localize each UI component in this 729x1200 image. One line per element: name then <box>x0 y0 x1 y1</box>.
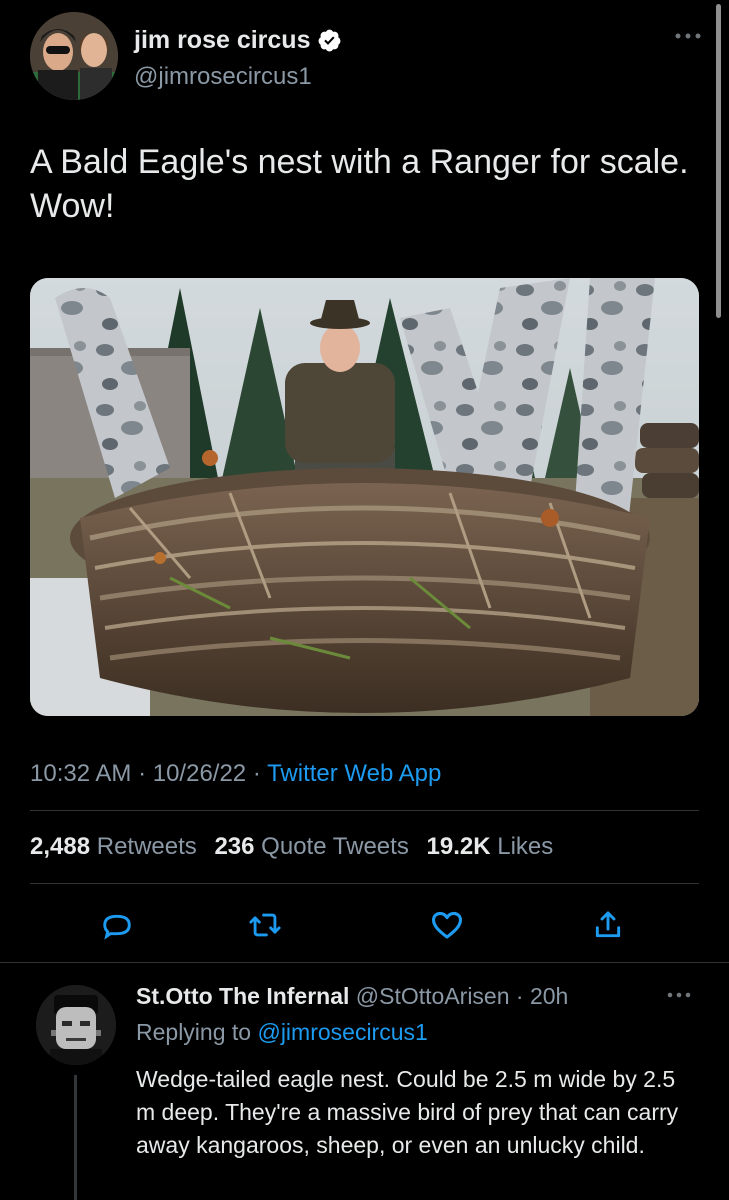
more-options-icon[interactable] <box>670 26 710 56</box>
reply-icon[interactable] <box>94 902 140 948</box>
tweet-date[interactable]: 10/26/22 <box>153 760 246 787</box>
replying-to-prefix: Replying to <box>136 1019 258 1045</box>
tweet-stats: 2,488 Retweets 236 Quote Tweets 19.2K Li… <box>30 833 564 861</box>
likes-count: 19.2K <box>426 833 491 860</box>
divider <box>30 810 699 811</box>
tweet-source[interactable]: Twitter Web App <box>267 760 441 787</box>
more-options-icon[interactable] <box>665 985 695 1011</box>
divider <box>0 962 729 963</box>
retweets-label: Retweets <box>96 833 197 860</box>
scrollbar[interactable] <box>716 4 721 318</box>
retweet-icon[interactable] <box>242 902 288 948</box>
tweet-meta: 10:32 AM · 10/26/22 · Twitter Web App <box>30 760 441 788</box>
tweet-actions <box>90 902 650 948</box>
replying-to: Replying to @jimrosecircus1 <box>136 1019 428 1046</box>
retweets-count: 2,488 <box>30 833 91 860</box>
author-avatar[interactable] <box>30 12 118 100</box>
reply-author-name[interactable]: St.Otto The Infernal <box>136 983 349 1009</box>
likes-stat[interactable]: 19.2K Likes <box>427 833 554 860</box>
retweets-stat[interactable]: 2,488 Retweets <box>30 833 197 860</box>
reply-author-avatar[interactable] <box>36 985 116 1065</box>
reply-text: Wedge-tailed eagle nest. Could be 2.5 m … <box>136 1066 679 1158</box>
meta-separator: · <box>131 760 153 787</box>
meta-separator: · <box>246 760 268 787</box>
tweet-photo[interactable] <box>30 278 699 716</box>
thread-line <box>74 1075 77 1200</box>
replying-to-mention[interactable]: @jimrosecircus1 <box>257 1019 427 1045</box>
verified-badge-icon <box>319 29 341 52</box>
reply-header: St.Otto The Infernal @StOttoArisen · 20h <box>136 983 568 1010</box>
reply-separator: · <box>509 983 530 1009</box>
reply-age[interactable]: 20h <box>530 983 568 1009</box>
divider <box>30 883 699 884</box>
author-handle[interactable]: @jimrosecircus1 <box>134 63 312 91</box>
reply-author-handle[interactable]: @StOttoArisen <box>356 983 510 1009</box>
quote-tweets-count: 236 <box>214 833 255 860</box>
author-name[interactable]: jim rose circus <box>134 26 310 55</box>
quote-tweets-label: Quote Tweets <box>261 833 409 860</box>
like-icon[interactable] <box>424 902 470 948</box>
tweet-author-header: jim rose circus @jimrosecircus1 <box>30 12 701 102</box>
quote-tweets-stat[interactable]: 236 Quote Tweets <box>214 833 408 860</box>
likes-label: Likes <box>497 833 554 860</box>
author-name-row: jim rose circus <box>134 26 342 55</box>
tweet-time[interactable]: 10:32 AM <box>30 760 131 787</box>
tweet-text: A Bald Eagle's nest with a Ranger for sc… <box>30 143 689 225</box>
share-icon[interactable] <box>585 902 631 948</box>
